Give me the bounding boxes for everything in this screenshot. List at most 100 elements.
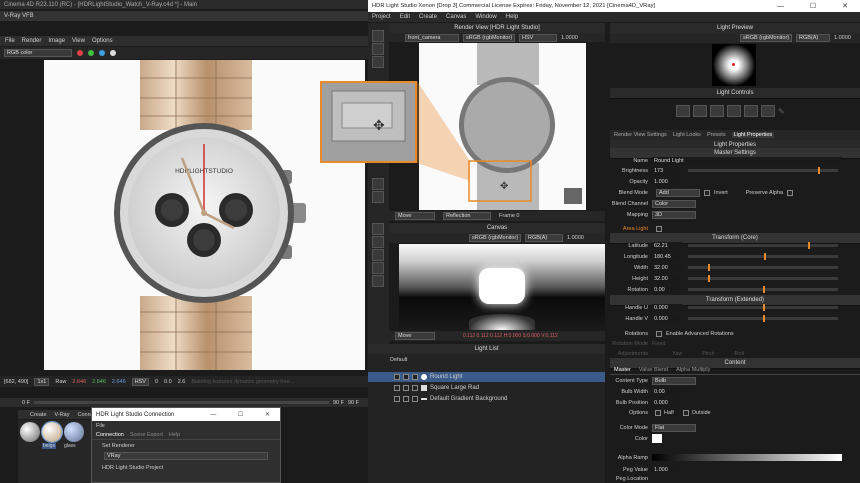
name-field[interactable]: Round Light	[652, 156, 842, 165]
menu-help[interactable]: Help	[506, 14, 518, 20]
handle-v-field[interactable]: 0.000	[652, 314, 682, 323]
content-type-select[interactable]: Bulb	[652, 376, 696, 385]
select-tool-icon[interactable]	[372, 43, 384, 55]
tab-light-looks[interactable]: Light Looks	[673, 132, 701, 138]
canvas-exposure-value[interactable]: 1.0000	[567, 235, 584, 241]
canvas-move-select[interactable]: Move	[395, 332, 435, 340]
rotation-field[interactable]: 0.00	[652, 285, 682, 294]
render-exposure-value[interactable]: 1.0000	[561, 35, 578, 41]
brightness-slider[interactable]	[688, 167, 838, 174]
opacity-field[interactable]: 1.000	[652, 177, 682, 186]
solo-icon[interactable]	[403, 395, 409, 402]
pick-light-icon[interactable]: ✎	[778, 107, 785, 116]
move-light-icon[interactable]	[676, 105, 690, 117]
outside-checkbox[interactable]	[682, 409, 689, 416]
fit-tool-icon[interactable]	[372, 275, 384, 287]
tab-light-properties[interactable]: Light Properties	[731, 132, 775, 138]
material-ball-glass[interactable]	[64, 422, 84, 442]
tab-value-blend[interactable]: Value Blend	[639, 367, 668, 373]
menu-render[interactable]: Render	[22, 38, 42, 44]
alpha-ramp-gradient[interactable]	[652, 454, 842, 461]
canvas-channel-select[interactable]: RGB(A)	[525, 234, 563, 242]
preview-channel-select[interactable]: RGB(A)	[796, 34, 830, 42]
timeline-scrubber[interactable]	[33, 401, 329, 404]
menu-project[interactable]: Project	[372, 14, 391, 20]
width-slider[interactable]	[688, 264, 838, 271]
height-slider[interactable]	[688, 275, 838, 282]
blend-mode-select[interactable]: Add	[656, 188, 700, 197]
canvas-colorspace-select[interactable]: sRGB (rgbMonitor)	[469, 234, 521, 242]
preview-colorspace-select[interactable]: sRGB (rgbMonitor)	[740, 34, 792, 42]
light-row-background[interactable]: Default Gradient Background	[368, 393, 605, 404]
menu-canvas[interactable]: Canvas	[446, 14, 466, 20]
tab-scene-export[interactable]: Scene Export	[130, 432, 163, 438]
crop-tool-icon[interactable]	[372, 262, 384, 274]
half-checkbox[interactable]	[655, 409, 661, 416]
window-controls[interactable]: — ☐ ✕	[210, 411, 280, 418]
blend-channel-select[interactable]: Color	[652, 199, 696, 208]
menu-vray[interactable]: V-Ray	[55, 412, 70, 418]
height-field[interactable]: 32.00	[652, 274, 682, 283]
erase-tool-icon[interactable]	[372, 56, 384, 68]
tab-connection[interactable]: Connection	[96, 432, 124, 438]
light-row-round[interactable]: Round Light	[368, 372, 605, 382]
area-light-checkbox[interactable]	[656, 225, 662, 232]
target-light-icon[interactable]	[744, 105, 758, 117]
hdri-canvas[interactable]	[399, 244, 605, 330]
menu-image[interactable]: Image	[48, 38, 65, 44]
hsv-select[interactable]: HSV	[131, 377, 149, 386]
material-ball[interactable]	[20, 422, 40, 442]
round-light-patch[interactable]	[479, 268, 525, 304]
advanced-rotations-checkbox[interactable]	[656, 330, 662, 337]
light-row-square[interactable]: Square Large Rad	[368, 382, 605, 393]
render-colorspace-select[interactable]: sRGB (rgbMonitor)	[463, 33, 515, 42]
latitude-field[interactable]: 62.21	[652, 241, 682, 250]
alpha-channel-icon[interactable]	[110, 50, 116, 56]
tab-render-view-settings[interactable]: Render View Settings	[614, 132, 667, 138]
render-reflection-select[interactable]: Reflection	[443, 212, 491, 220]
tab-help[interactable]: Help	[169, 432, 180, 438]
tab-master[interactable]: Master	[614, 367, 631, 373]
menu-edit[interactable]: Edit	[400, 14, 410, 20]
preserve-alpha-checkbox[interactable]	[787, 189, 794, 196]
bulb-width-field[interactable]: 0.00	[652, 387, 682, 396]
renderer-select[interactable]: VRay	[104, 452, 268, 460]
rect-tool-icon[interactable]	[372, 178, 384, 190]
longitude-field[interactable]: 180.45	[652, 252, 682, 261]
visibility-icon[interactable]	[394, 384, 400, 391]
render-view-reset-icon[interactable]	[564, 188, 582, 204]
solo-icon[interactable]	[403, 374, 409, 380]
mapping-select[interactable]: 3D	[652, 210, 696, 219]
render-move-select[interactable]: Move	[395, 212, 435, 220]
handle-u-field[interactable]: 0.000	[652, 303, 682, 312]
zoom-select[interactable]: 1x1	[34, 377, 50, 386]
flip-tool-icon[interactable]	[372, 249, 384, 261]
latitude-slider[interactable]	[688, 242, 838, 249]
color-swatch[interactable]	[652, 434, 662, 443]
menu-file[interactable]: File	[5, 38, 15, 44]
menu-options[interactable]: Options	[92, 38, 113, 44]
hdrls-window-controls[interactable]: — ☐ ✕	[777, 2, 860, 10]
handle-u-slider[interactable]	[688, 304, 838, 311]
connection-file-menu[interactable]: File	[92, 421, 280, 431]
peg-value-field[interactable]: 1.000	[652, 465, 682, 474]
brightness-field[interactable]: 173	[652, 166, 682, 175]
menu-view[interactable]: View	[72, 38, 85, 44]
area-tool-icon[interactable]	[372, 191, 384, 203]
close-tool-icon[interactable]	[372, 223, 384, 235]
invert-checkbox[interactable]	[704, 189, 710, 196]
preview-exposure-value[interactable]: 1.0000	[834, 35, 851, 41]
lock-icon[interactable]	[412, 395, 418, 402]
scale-light-icon[interactable]	[693, 105, 707, 117]
rotate-light-icon[interactable]	[710, 105, 724, 117]
material-ball-beige[interactable]	[41, 421, 63, 443]
longitude-slider[interactable]	[688, 253, 838, 260]
red-channel-icon[interactable]	[77, 50, 83, 56]
square-light-patch[interactable]	[469, 314, 535, 330]
brush-tool-icon[interactable]	[372, 30, 384, 42]
flip-light-icon[interactable]	[727, 105, 741, 117]
channel-select[interactable]: RGB color	[4, 49, 72, 57]
blue-channel-icon[interactable]	[99, 50, 105, 56]
menu-create[interactable]: Create	[30, 412, 47, 418]
lock-icon[interactable]	[412, 384, 418, 391]
